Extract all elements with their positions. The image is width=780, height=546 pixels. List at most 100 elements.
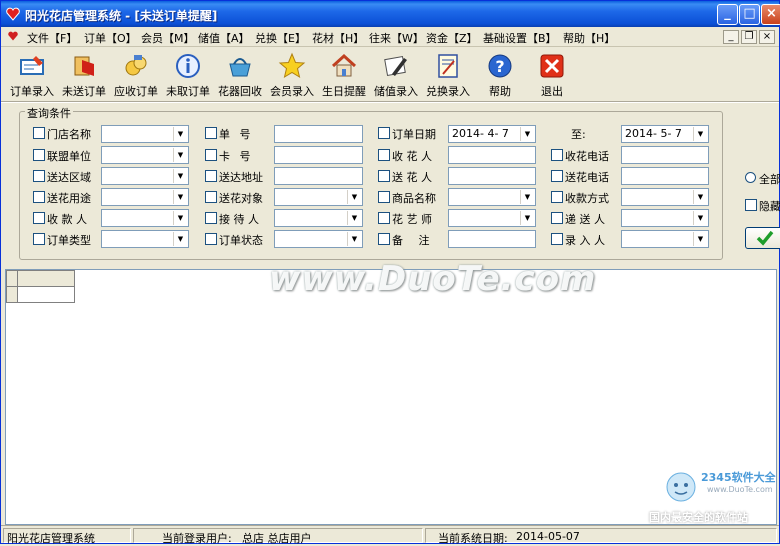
- sender-phone-checkbox[interactable]: [551, 170, 563, 182]
- menu-member[interactable]: 会员【M】: [141, 30, 195, 46]
- chevron-down-icon[interactable]: ▼: [347, 232, 361, 246]
- flower-purpose-combo[interactable]: ▼: [101, 188, 189, 206]
- courier-combo[interactable]: ▼: [621, 209, 709, 227]
- undelivered-order-button[interactable]: 未送订单: [59, 50, 109, 98]
- query-button[interactable]: [745, 227, 780, 249]
- vase-recycle-button[interactable]: 花器回收: [215, 50, 265, 98]
- delivery-address-checkbox[interactable]: [205, 170, 217, 182]
- delivery-address-input[interactable]: [274, 167, 363, 185]
- exit-button[interactable]: 退出: [527, 50, 577, 98]
- chevron-down-icon[interactable]: ▼: [693, 232, 707, 246]
- entered-by-combo[interactable]: ▼: [621, 230, 709, 248]
- date-to-picker[interactable]: 2014- 5- 7 ▼: [621, 125, 709, 143]
- payment-method-checkbox[interactable]: [551, 191, 563, 203]
- chevron-down-icon[interactable]: ▼: [173, 148, 187, 162]
- product-name-combo[interactable]: ▼: [448, 188, 536, 206]
- menu-funds[interactable]: 资金【Z】: [426, 30, 478, 46]
- birthday-reminder-button[interactable]: 生日提醒: [319, 50, 369, 98]
- all-radio[interactable]: [745, 172, 756, 183]
- sender-phone-input[interactable]: [621, 167, 709, 185]
- grid-cell[interactable]: [17, 286, 75, 303]
- chevron-down-icon[interactable]: ▼: [347, 211, 361, 225]
- chevron-down-icon[interactable]: ▼: [173, 169, 187, 183]
- product-name-checkbox[interactable]: [378, 191, 390, 203]
- chevron-down-icon[interactable]: ▼: [173, 211, 187, 225]
- help-button[interactable]: ? 帮助: [475, 50, 525, 98]
- recipient-checkbox[interactable]: [378, 149, 390, 161]
- florist-label: 花 艺 师: [392, 213, 432, 226]
- sender-input[interactable]: [448, 167, 536, 185]
- delivery-area-label: 送达区域: [47, 171, 91, 184]
- chevron-down-icon[interactable]: ▼: [520, 211, 534, 225]
- chevron-down-icon[interactable]: ▼: [347, 190, 361, 204]
- sender-checkbox[interactable]: [378, 170, 390, 182]
- menu-stored-value[interactable]: 储值【A】: [198, 30, 250, 46]
- alliance-unit-checkbox[interactable]: [33, 149, 45, 161]
- order-type-combo[interactable]: ▼: [101, 230, 189, 248]
- delivery-area-checkbox[interactable]: [33, 170, 45, 182]
- menu-file[interactable]: 文件【F】: [27, 30, 77, 46]
- untaken-order-button[interactable]: 未取订单: [163, 50, 213, 98]
- mdi-minimize-button[interactable]: _: [723, 30, 739, 44]
- menu-help[interactable]: 帮助【H】: [563, 30, 615, 46]
- minimize-button[interactable]: _: [717, 4, 738, 25]
- remark-input[interactable]: [448, 230, 536, 248]
- receptionist-combo[interactable]: ▼: [274, 209, 363, 227]
- chevron-down-icon[interactable]: ▼: [693, 127, 707, 141]
- flower-purpose-checkbox[interactable]: [33, 191, 45, 203]
- grid-column-header[interactable]: [17, 270, 75, 287]
- chevron-down-icon[interactable]: ▼: [173, 232, 187, 246]
- order-number-checkbox[interactable]: [205, 127, 217, 139]
- payee-combo[interactable]: ▼: [101, 209, 189, 227]
- chevron-down-icon[interactable]: ▼: [173, 127, 187, 141]
- card-number-checkbox[interactable]: [205, 149, 217, 161]
- date-from-picker[interactable]: 2014- 4- 7 ▼: [448, 125, 536, 143]
- recipient-label: 收 花 人: [392, 150, 432, 163]
- menu-basic-settings[interactable]: 基础设置【B】: [483, 30, 557, 46]
- card-number-input[interactable]: [274, 146, 363, 164]
- recipient-phone-input[interactable]: [621, 146, 709, 164]
- store-name-combo[interactable]: ▼: [101, 125, 189, 143]
- chevron-down-icon[interactable]: ▼: [693, 190, 707, 204]
- maximize-button[interactable]: □: [739, 4, 760, 25]
- menu-dealings[interactable]: 往来【W】: [369, 30, 424, 46]
- hide-checkbox[interactable]: [745, 199, 757, 211]
- florist-combo[interactable]: ▼: [448, 209, 536, 227]
- order-status-combo[interactable]: ▼: [274, 230, 363, 248]
- stored-value-entry-button[interactable]: 储值录入: [371, 50, 421, 98]
- flower-purpose-label: 送花用途: [47, 192, 91, 205]
- chevron-down-icon[interactable]: ▼: [520, 190, 534, 204]
- menu-flower-material[interactable]: 花材【H】: [312, 30, 364, 46]
- remark-checkbox[interactable]: [378, 233, 390, 245]
- member-entry-button[interactable]: 会员录入: [267, 50, 317, 98]
- delivery-area-combo[interactable]: ▼: [101, 167, 189, 185]
- menu-order[interactable]: 订单【O】: [84, 30, 137, 46]
- store-name-checkbox[interactable]: [33, 127, 45, 139]
- menu-exchange[interactable]: 兑换【E】: [255, 30, 306, 46]
- order-entry-button[interactable]: 订单录入: [7, 50, 57, 98]
- title-bar[interactable]: 阳光花店管理系统 - [未送订单提醒] _ □ ×: [1, 1, 780, 27]
- flower-recipient-type-combo[interactable]: ▼: [274, 188, 363, 206]
- courier-checkbox[interactable]: [551, 212, 563, 224]
- mdi-close-button[interactable]: ×: [759, 30, 775, 44]
- florist-checkbox[interactable]: [378, 212, 390, 224]
- chevron-down-icon[interactable]: ▼: [520, 127, 534, 141]
- receivable-order-button[interactable]: 应收订单: [111, 50, 161, 98]
- recipient-phone-checkbox[interactable]: [551, 149, 563, 161]
- order-date-checkbox[interactable]: [378, 127, 390, 139]
- order-status-checkbox[interactable]: [205, 233, 217, 245]
- order-type-checkbox[interactable]: [33, 233, 45, 245]
- alliance-unit-combo[interactable]: ▼: [101, 146, 189, 164]
- chevron-down-icon[interactable]: ▼: [693, 211, 707, 225]
- exchange-entry-button[interactable]: 兑换录入: [423, 50, 473, 98]
- chevron-down-icon[interactable]: ▼: [173, 190, 187, 204]
- payee-checkbox[interactable]: [33, 212, 45, 224]
- close-button[interactable]: ×: [761, 4, 780, 25]
- recipient-input[interactable]: [448, 146, 536, 164]
- entered-by-checkbox[interactable]: [551, 233, 563, 245]
- payment-method-combo[interactable]: ▼: [621, 188, 709, 206]
- receptionist-checkbox[interactable]: [205, 212, 217, 224]
- flower-recipient-type-checkbox[interactable]: [205, 191, 217, 203]
- mdi-restore-button[interactable]: ❐: [741, 30, 757, 44]
- order-number-input[interactable]: [274, 125, 363, 143]
